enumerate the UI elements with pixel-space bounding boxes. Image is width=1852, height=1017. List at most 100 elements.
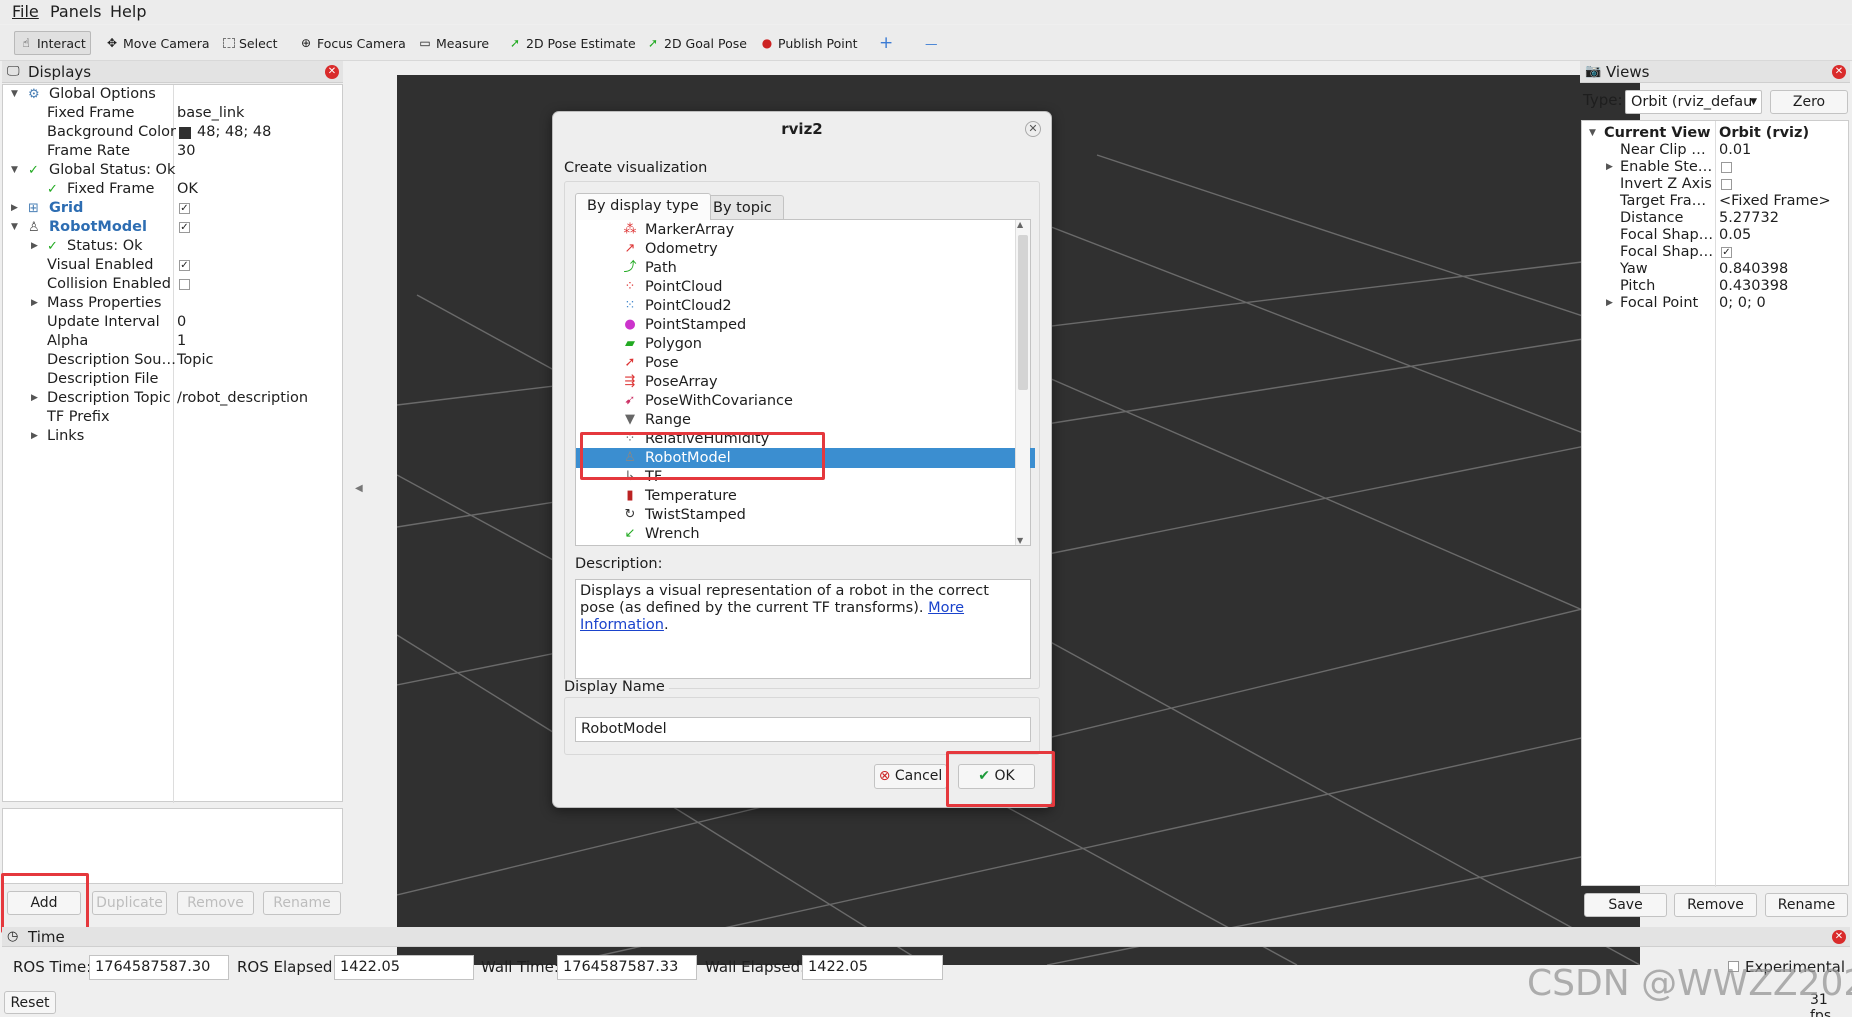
display-type-item[interactable]: ● PointStamped xyxy=(576,315,1035,335)
property-value[interactable]: 30 xyxy=(177,142,195,161)
stereo-checkbox[interactable] xyxy=(1721,162,1732,173)
focal-shape-checkbox[interactable]: ✓ xyxy=(1721,247,1732,258)
robot-model-checkbox[interactable]: ✓ xyxy=(179,222,190,233)
views-save-button[interactable]: Save xyxy=(1584,893,1667,917)
tab-by-topic[interactable]: By topic xyxy=(701,195,784,221)
interact-tool[interactable]: ☝ Interact xyxy=(14,31,91,55)
collision-enabled-checkbox[interactable] xyxy=(179,279,190,290)
menu-panels[interactable]: Panels xyxy=(50,2,102,21)
display-type-item[interactable]: ▮ Temperature xyxy=(576,486,1035,506)
tree-row[interactable]: ▶ Description Topic/robot_description xyxy=(3,389,342,408)
tree-row[interactable]: ▼ ⚙ Global Options xyxy=(3,85,342,104)
tree-row[interactable]: Description Sou… Topic xyxy=(3,351,342,370)
display-type-item[interactable]: ➚ Pose xyxy=(576,353,1035,373)
menu-file[interactable]: File xyxy=(12,2,39,21)
tree-row[interactable]: Description File xyxy=(3,370,342,389)
tree-row[interactable]: Collision Enabled xyxy=(3,275,342,294)
grid-checkbox[interactable]: ✓ xyxy=(179,203,190,214)
color-swatch[interactable] xyxy=(179,127,191,139)
views-remove-button[interactable]: Remove xyxy=(1674,893,1757,917)
close-icon[interactable]: ✕ xyxy=(1025,121,1041,137)
time-panel-header: ◷ Time ✕ xyxy=(2,927,1850,947)
property-value[interactable]: 0; 0; 0 xyxy=(1719,294,1766,313)
display-type-item[interactable]: ▼ Range xyxy=(576,410,1035,430)
cancel-button[interactable]: ⊗ Cancel xyxy=(874,764,947,789)
goal-pose-label: 2D Goal Pose xyxy=(664,35,747,51)
monitor-icon: 🖵 xyxy=(7,64,20,79)
remove-tool-button[interactable]: — xyxy=(921,31,942,55)
close-icon[interactable]: ✕ xyxy=(1832,930,1846,944)
tree-row[interactable]: ▶ ✓ Status: Ok xyxy=(3,237,342,256)
chevron-right-icon: ▶ xyxy=(31,241,38,251)
tree-row-grid[interactable]: ▶ ⊞ Grid ✓ xyxy=(3,199,342,218)
scroll-up-icon[interactable]: ▲ xyxy=(1017,220,1023,229)
views-rename-button[interactable]: Rename xyxy=(1765,893,1848,917)
display-type-item[interactable]: ↙ Wrench xyxy=(576,524,1035,544)
zero-button[interactable]: Zero xyxy=(1770,90,1848,114)
tree-row[interactable]: Update Interval 0 xyxy=(3,313,342,332)
display-type-item[interactable]: ⤴ Path xyxy=(576,258,1035,278)
display-type-item[interactable]: ⇶ PoseArray xyxy=(576,372,1035,392)
tree-row[interactable]: Fixed Frame base_link xyxy=(3,104,342,123)
property-value[interactable]: base_link xyxy=(177,104,244,123)
invert-z-checkbox[interactable] xyxy=(1721,179,1732,190)
menu-help[interactable]: Help xyxy=(110,2,146,21)
visual-enabled-checkbox[interactable]: ✓ xyxy=(179,260,190,271)
property-value[interactable]: 48; 48; 48 xyxy=(197,123,271,142)
tree-row[interactable]: Frame Rate 30 xyxy=(3,142,342,161)
tree-row[interactable]: Background Color 48; 48; 48 xyxy=(3,123,342,142)
display-type-item[interactable]: ⁙ PointCloud2 xyxy=(576,296,1035,316)
reset-button[interactable]: Reset xyxy=(4,991,56,1014)
display-type-item[interactable]: ⁘ PointCloud xyxy=(576,277,1035,297)
tree-row[interactable]: ▶ Mass Properties xyxy=(3,294,342,313)
duplicate-button[interactable]: Duplicate xyxy=(92,891,167,915)
wall-time-field[interactable]: 1764587587.33 xyxy=(557,955,697,980)
display-type-item[interactable]: ⁂ MarkerArray xyxy=(576,220,1035,240)
ros-elapsed-label: ROS Elapsed: xyxy=(237,958,338,976)
close-icon[interactable]: ✕ xyxy=(1832,65,1846,79)
display-type-list[interactable]: ⁂ MarkerArray ↗ Odometry ⤴ Path ⁘ PointCloud ⁙ Po… xyxy=(575,219,1035,546)
move-camera-tool[interactable]: ✥ Move Camera xyxy=(101,31,214,55)
tree-row[interactable]: Visual Enabled ✓ xyxy=(3,256,342,275)
display-type-item[interactable]: ▰ Polygon xyxy=(576,334,1035,354)
property-label: Collision Enabled xyxy=(47,276,171,292)
property-value[interactable]: Topic xyxy=(177,351,213,370)
ros-time-field[interactable]: 1764587587.30 xyxy=(89,955,229,980)
focus-camera-tool[interactable]: ⊕ Focus Camera xyxy=(295,31,410,55)
tree-row[interactable]: ▶ Links xyxy=(3,427,342,446)
remove-button[interactable]: Remove xyxy=(177,891,254,915)
rename-button[interactable]: Rename xyxy=(263,891,341,915)
wall-elapsed-field[interactable]: 1422.05 xyxy=(802,955,943,980)
display-type-item[interactable]: ↻ TwistStamped xyxy=(576,505,1035,525)
scroll-down-icon[interactable]: ▼ xyxy=(1017,536,1023,545)
display-type-item[interactable]: ↗ Odometry xyxy=(576,239,1035,259)
display-name-input[interactable]: RobotModel xyxy=(575,717,1031,742)
ros-elapsed-field[interactable]: 1422.05 xyxy=(334,955,474,980)
pose-estimate-tool[interactable]: ➚ 2D Pose Estimate xyxy=(504,31,640,55)
scrollbar-thumb[interactable] xyxy=(1018,235,1028,390)
display-type-item[interactable]: ➹ PoseWithCovariance xyxy=(576,391,1035,411)
tree-row[interactable]: ▶ Focal Point 0; 0; 0 xyxy=(1582,294,1848,313)
tree-row[interactable]: ✓ Fixed Frame OK xyxy=(3,180,342,199)
close-icon[interactable]: ✕ xyxy=(325,65,339,79)
goal-pose-tool[interactable]: ➚ 2D Goal Pose xyxy=(642,31,751,55)
property-value[interactable]: 0 xyxy=(177,313,186,332)
view-type-select[interactable]: Orbit (rviz_defau ▼ xyxy=(1625,90,1762,114)
property-label: Visual Enabled xyxy=(47,257,154,273)
displays-tree[interactable]: ▼ ⚙ Global Options Fixed Frame base_link Ba… xyxy=(2,84,343,803)
tab-by-display-type[interactable]: By display type xyxy=(575,193,711,220)
tree-row[interactable]: ▼ ✓ Global Status: Ok xyxy=(3,161,342,180)
list-scrollbar[interactable]: ▲ ▼ xyxy=(1015,220,1030,545)
property-value[interactable]: 1 xyxy=(177,332,186,351)
clock-icon: ◷ xyxy=(7,929,19,944)
select-tool[interactable]: Select xyxy=(219,31,282,55)
add-tool-button[interactable]: + xyxy=(875,31,897,55)
publish-point-tool[interactable]: ● Publish Point xyxy=(756,31,862,55)
collapse-left-icon[interactable]: ◀ xyxy=(355,483,363,494)
measure-tool[interactable]: ▭ Measure xyxy=(414,31,493,55)
tree-row[interactable]: TF Prefix xyxy=(3,408,342,427)
views-tree[interactable]: ▼ Current View Orbit (rviz) Near Clip … 0.0… xyxy=(1581,120,1849,887)
tree-row-robotmodel[interactable]: ▼ ♙ RobotModel ✓ xyxy=(3,218,342,237)
tree-row[interactable]: Alpha 1 xyxy=(3,332,342,351)
property-value[interactable]: /robot_description xyxy=(177,389,308,408)
